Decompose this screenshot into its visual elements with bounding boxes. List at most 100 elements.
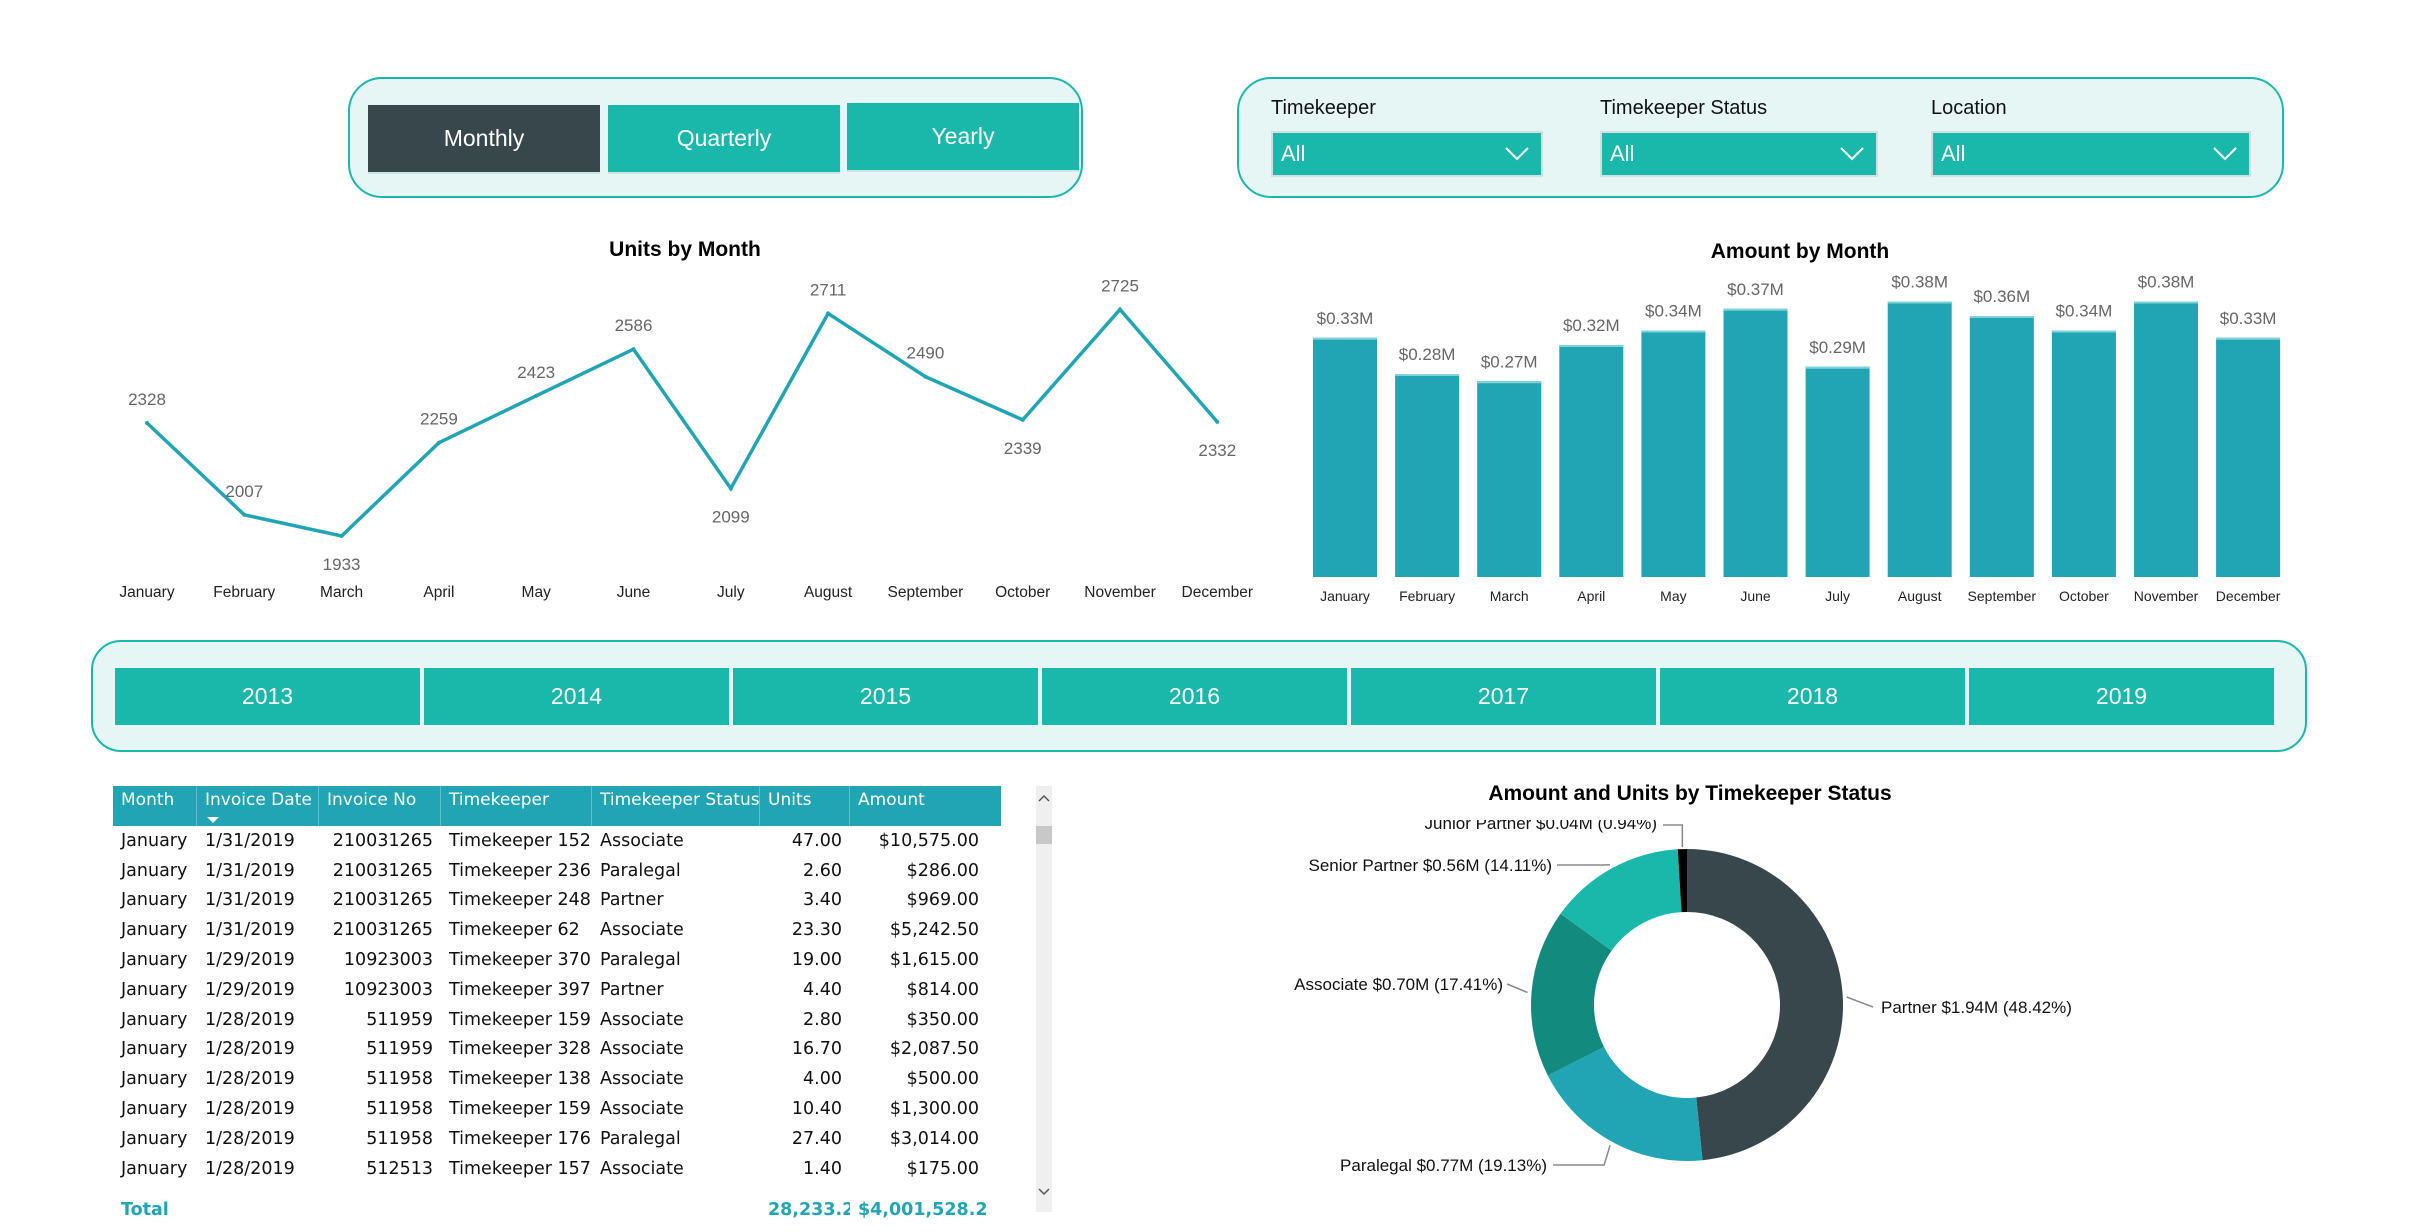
x-tick-label: February [213, 584, 275, 601]
table-header: Month Invoice Date Invoice No Timekeeper Tim… [113, 786, 1001, 826]
bar[interactable] [1313, 337, 1377, 577]
bar[interactable] [1969, 316, 2034, 577]
line-data-label: 2099 [712, 507, 750, 526]
scroll-up-icon[interactable] [1036, 788, 1052, 808]
line-point[interactable] [534, 393, 539, 398]
donut-slice-partner[interactable] [1687, 849, 1844, 1161]
x-tick-label: March [320, 584, 363, 601]
table-row[interactable]: January 1/31/2019 210031265 Timekeeper 236 P… [113, 856, 1001, 886]
bar[interactable] [1723, 308, 1788, 577]
year-button-2015[interactable]: 2015 [733, 668, 1038, 725]
chevron-down-icon [2213, 147, 2237, 161]
table-row[interactable]: January 1/28/2019 511959 Timekeeper 159 Asso… [113, 1005, 1001, 1035]
cell-invoice-date: 1/31/2019 [205, 830, 295, 851]
location-filter: Location All [1931, 93, 2251, 177]
bar[interactable] [1805, 366, 1870, 577]
bar[interactable] [2216, 337, 2281, 577]
cell-units: 1.40 [803, 1158, 842, 1179]
cell-units: 10.40 [791, 1099, 842, 1120]
scroll-down-icon[interactable] [1036, 1182, 1052, 1202]
table-total-row: Total 28,233.23 $4,001,528.24 [113, 1190, 1001, 1230]
line-point[interactable] [631, 347, 636, 352]
total-amount: $4,001,528.24 [858, 1199, 987, 1220]
filter-panel: Timekeeper All Timekeeper Status All Loc… [1237, 77, 2284, 198]
column-header-amount[interactable]: Amount [850, 786, 987, 826]
bar-data-label: $0.32M [1563, 316, 1620, 335]
table-row[interactable]: January 1/31/2019 210031265 Timekeeper 152 A… [113, 826, 1001, 856]
x-tick-label: July [717, 584, 745, 601]
cell-timekeeper: Timekeeper 176 [449, 1128, 591, 1149]
line-point[interactable] [1020, 417, 1025, 422]
table-row[interactable]: January 1/31/2019 210031265 Timekeeper 62 As… [113, 915, 1001, 945]
bar-data-label: $0.37M [1727, 280, 1784, 299]
bar[interactable] [2134, 301, 2198, 578]
cell-timekeeper: Timekeeper 397 [449, 979, 591, 1000]
table-row[interactable]: January 1/29/2019 10923003 Timekeeper 397 Pa… [113, 975, 1001, 1005]
year-button-2017[interactable]: 2017 [1351, 668, 1656, 725]
timekeeper-status-dropdown-value: All [1610, 141, 1635, 166]
year-button-2014[interactable]: 2014 [424, 668, 729, 725]
year-button-2013[interactable]: 2013 [115, 668, 420, 725]
column-header-invoice-no[interactable]: Invoice No [319, 786, 441, 826]
line-point[interactable] [1118, 307, 1122, 312]
cell-timekeeper: Timekeeper 248 [449, 890, 591, 911]
table-row[interactable]: January 1/28/2019 511958 Timekeeper 159 Asso… [113, 1094, 1001, 1124]
line-point[interactable] [923, 374, 928, 379]
year-button-2018[interactable]: 2018 [1660, 668, 1965, 725]
cell-timekeeper: Timekeeper 157 [449, 1158, 591, 1179]
x-tick-label: September [1968, 588, 2037, 604]
line-point[interactable] [339, 533, 344, 538]
donut-data-label: Junior Partner $0.04M (0.94%) [1425, 820, 1657, 833]
cell-units: 2.80 [803, 1009, 842, 1030]
location-dropdown[interactable]: All [1931, 131, 2251, 177]
x-tick-label: April [423, 584, 454, 601]
column-header-units[interactable]: Units [760, 786, 850, 826]
table-scrollbar[interactable] [1036, 786, 1052, 1212]
cell-month: January [121, 1069, 188, 1090]
year-button-2019[interactable]: 2019 [1969, 668, 2274, 725]
cell-invoice-date: 1/28/2019 [205, 1069, 295, 1090]
table-row[interactable]: January 1/31/2019 210031265 Timekeeper 248 P… [113, 886, 1001, 916]
table-row[interactable]: January 1/29/2019 10923003 Timekeeper 370 Pa… [113, 945, 1001, 975]
column-header-invoice-date[interactable]: Invoice Date [197, 786, 319, 826]
cell-month: January [121, 860, 188, 881]
line-point[interactable] [436, 440, 441, 445]
cell-invoice-no: 511958 [366, 1069, 433, 1090]
timekeeper-filter-label: Timekeeper [1271, 97, 1376, 119]
line-point[interactable] [1215, 419, 1220, 424]
line-point[interactable] [826, 311, 831, 316]
table-row[interactable]: January 1/28/2019 511959 Timekeeper 328 Asso… [113, 1035, 1001, 1065]
bar[interactable] [1887, 301, 1952, 578]
table-row[interactable]: January 1/28/2019 512513 Timekeeper 157 Asso… [113, 1154, 1001, 1184]
column-header-timekeeper[interactable]: Timekeeper [441, 786, 592, 826]
timekeeper-dropdown[interactable]: All [1271, 131, 1543, 177]
cell-month: January [121, 1099, 188, 1120]
line-data-label: 2586 [615, 316, 653, 335]
cell-timekeeper-status: Associate [600, 1069, 684, 1090]
table-row[interactable]: January 1/28/2019 511958 Timekeeper 138 Asso… [113, 1064, 1001, 1094]
column-header-month[interactable]: Month [113, 786, 197, 826]
table-body: January 1/31/2019 210031265 Timekeeper 152 A… [113, 826, 1001, 1184]
year-button-2016[interactable]: 2016 [1042, 668, 1347, 725]
cell-timekeeper-status: Partner [600, 890, 664, 911]
invoice-table: Month Invoice Date Invoice No Timekeeper Tim… [113, 786, 1001, 1230]
line-point[interactable] [242, 512, 247, 517]
donut-slice-paralegal[interactable] [1547, 1046, 1703, 1161]
x-tick-label: February [1399, 588, 1455, 604]
scroll-thumb[interactable] [1036, 826, 1052, 844]
bar[interactable] [1559, 345, 1624, 577]
line-point[interactable] [728, 486, 733, 491]
column-header-timekeeper-status[interactable]: Timekeeper Status [592, 786, 760, 826]
bar[interactable] [1641, 330, 1706, 578]
donut-data-label: Associate $0.70M (17.41%) [1294, 975, 1503, 994]
bar[interactable] [2051, 330, 2116, 578]
bar[interactable] [1477, 381, 1542, 577]
cell-amount: $175.00 [906, 1158, 979, 1179]
line-data-label: 2259 [420, 410, 458, 429]
cell-timekeeper: Timekeeper 152 [449, 830, 591, 851]
line-point[interactable] [145, 421, 149, 425]
timekeeper-status-dropdown[interactable]: All [1600, 131, 1878, 177]
x-tick-label: July [1825, 588, 1850, 604]
bar[interactable] [1395, 374, 1460, 577]
table-row[interactable]: January 1/28/2019 511958 Timekeeper 176 Para… [113, 1124, 1001, 1154]
